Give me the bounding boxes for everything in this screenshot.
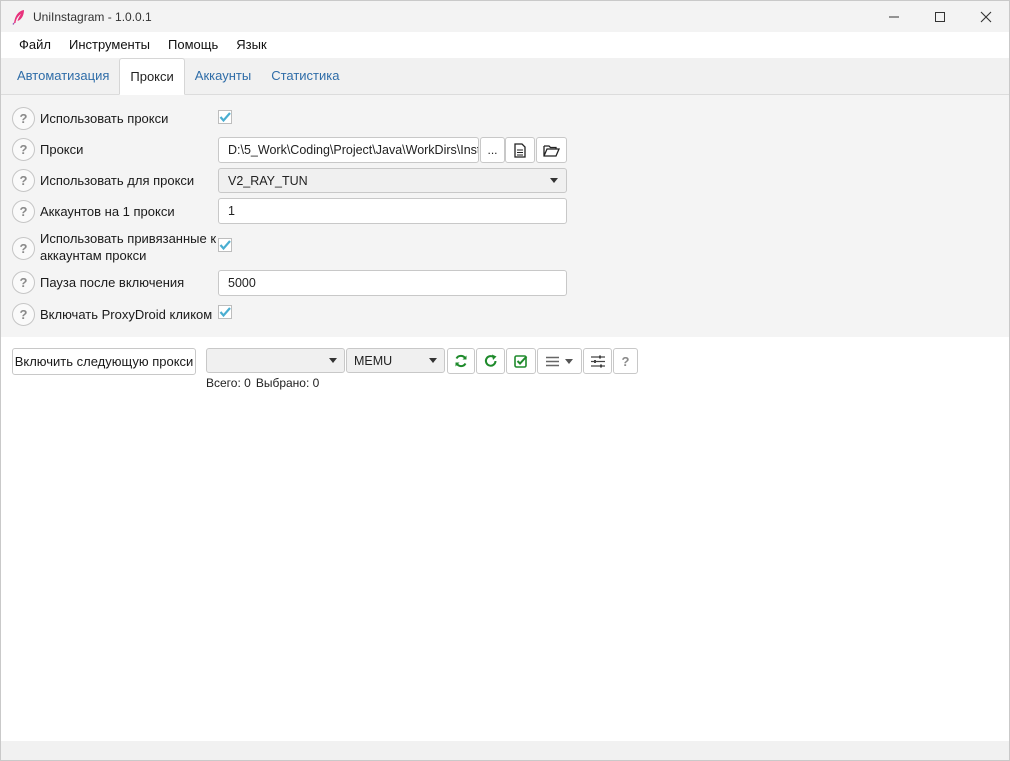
close-button[interactable] [963, 1, 1009, 32]
window-controls [871, 1, 1009, 32]
pause-after-input[interactable]: 5000 [218, 270, 567, 296]
help-button[interactable]: ? [12, 200, 35, 223]
list-icon [546, 356, 559, 366]
tab-automation[interactable]: Автоматизация [7, 57, 119, 94]
sliders-icon [590, 355, 605, 367]
tab-bar: Автоматизация Прокси Аккаунты Статистика [1, 58, 1009, 95]
app-window: UniInstagram - 1.0.0.1 Файл Инструменты … [0, 0, 1010, 761]
open-file-button[interactable] [505, 137, 535, 163]
menu-help[interactable]: Помощь [159, 32, 227, 58]
check-square-icon [514, 355, 528, 368]
check-all-button[interactable] [506, 348, 536, 374]
pause-after-label: Пауза после включения [40, 275, 185, 290]
use-bound-proxy-label-line1: Использовать привязанные к [40, 231, 217, 246]
use-bound-proxy-label-line2: аккаунтам прокси [40, 248, 147, 263]
open-folder-button[interactable] [536, 137, 567, 163]
enable-next-proxy-button[interactable]: Включить следующую прокси [12, 348, 196, 375]
selection-counts: Всего: 0 Выбрано: 0 [206, 376, 319, 390]
refresh-icon [484, 354, 496, 367]
setting-proxy: ? Прокси D:\5_Work\Coding\Project\Java\W… [1, 137, 1009, 163]
emulator-select-value: MEMU [354, 353, 393, 368]
minimize-button[interactable] [871, 1, 917, 32]
setting-proxydroid-click: ? Включать ProxyDroid кликом [1, 303, 1009, 326]
checkmark-icon [218, 238, 232, 252]
maximize-icon [935, 11, 945, 22]
chevron-down-icon [429, 358, 437, 363]
proxydroid-click-checkbox[interactable] [218, 305, 232, 319]
total-count: Всего: 0 [206, 376, 251, 390]
setting-use-proxy: ? Использовать прокси [1, 107, 1009, 130]
accounts-per-proxy-input[interactable]: 1 [218, 198, 567, 224]
use-bound-proxy-checkbox[interactable] [218, 238, 232, 252]
setting-use-for-proxy: ? Использовать для прокси V2_RAY_TUN [1, 168, 1009, 193]
tab-accounts[interactable]: Аккаунты [185, 57, 261, 94]
browse-button[interactable]: ... [480, 137, 505, 163]
help-button[interactable]: ? [12, 303, 35, 326]
tab-statistics[interactable]: Статистика [261, 57, 349, 94]
proxydroid-click-label: Включать ProxyDroid кликом [40, 307, 213, 322]
selected-count: Выбрано: 0 [255, 376, 320, 390]
title-bar: UniInstagram - 1.0.0.1 [1, 1, 1009, 32]
use-for-proxy-label: Использовать для прокси [40, 173, 195, 188]
menu-file[interactable]: Файл [10, 32, 60, 58]
refresh-button[interactable] [476, 348, 505, 374]
minimize-icon [889, 16, 899, 17]
setting-pause-after: ? Пауза после включения 5000 [1, 270, 1009, 296]
help-button[interactable]: ? [12, 138, 35, 161]
feather-app-icon [11, 9, 27, 25]
use-proxy-label: Использовать прокси [40, 111, 169, 126]
proxy-label: Прокси [40, 142, 84, 157]
status-bar [1, 741, 1009, 760]
tab-proxy[interactable]: Прокси [119, 58, 185, 95]
toolbar-help-button[interactable]: ? [613, 348, 638, 374]
help-button[interactable]: ? [12, 107, 35, 130]
proxy-path-input[interactable]: D:\5_Work\Coding\Project\Java\WorkDirs\I… [218, 137, 479, 163]
close-icon [980, 11, 992, 22]
setting-accounts-per-proxy: ? Аккаунтов на 1 прокси 1 [1, 198, 1009, 224]
help-button[interactable]: ? [12, 237, 35, 260]
chevron-down-icon [550, 178, 558, 183]
checkmark-icon [218, 305, 232, 319]
menu-tools[interactable]: Инструменты [60, 32, 159, 58]
menu-dropdown-button[interactable] [537, 348, 582, 374]
menu-language[interactable]: Язык [227, 32, 275, 58]
window-title: UniInstagram - 1.0.0.1 [33, 9, 152, 24]
proxy-type-select[interactable]: V2_RAY_TUN [218, 168, 567, 193]
sync-icon [455, 354, 467, 368]
document-icon [514, 142, 526, 158]
menu-bar: Файл Инструменты Помощь Язык [1, 32, 1009, 58]
proxy-type-value: V2_RAY_TUN [228, 173, 308, 188]
accounts-per-proxy-label: Аккаунтов на 1 прокси [40, 204, 175, 219]
chevron-down-icon [565, 358, 573, 364]
help-button[interactable]: ? [12, 169, 35, 192]
folder-open-icon [543, 144, 560, 157]
help-button[interactable]: ? [12, 271, 35, 294]
emulator-select[interactable]: MEMU [346, 348, 445, 373]
setting-use-bound-proxy: ? Использовать привязанные к аккаунтам п… [1, 231, 1009, 265]
maximize-button[interactable] [917, 1, 963, 32]
sync-button[interactable] [447, 348, 475, 374]
checkmark-icon [218, 110, 232, 124]
list-select[interactable] [206, 348, 345, 373]
proxy-settings-panel: ? Использовать прокси ? Прокси D:\5_Work… [1, 95, 1009, 337]
settings-button[interactable] [583, 348, 612, 374]
chevron-down-icon [329, 358, 337, 363]
use-proxy-checkbox[interactable] [218, 110, 232, 124]
